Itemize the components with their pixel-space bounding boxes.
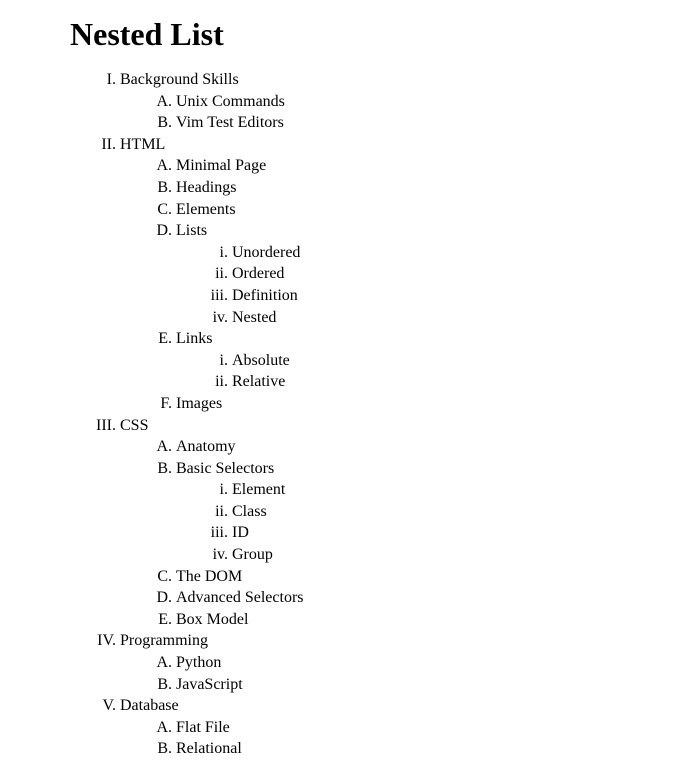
list-item-label: Links [176,330,212,347]
list-item: Unix Commands [176,91,662,113]
list-item-label: Unordered [232,244,300,261]
list-item-label: Flat File [176,719,230,736]
sublist: Unordered Ordered Definition Nested [176,242,662,328]
list-item: Images [176,393,662,415]
list-item-label: CSS [120,417,148,434]
list-item: ID [232,522,662,544]
list-item: Basic Selectors Element Class ID Group [176,458,662,566]
list-item: Anatomy [176,436,662,458]
list-item-label: Images [176,395,222,412]
list-item-label: The DOM [176,568,242,585]
list-item-label: Lists [176,222,207,239]
list-item: Advanced Selectors [176,587,662,609]
list-item: Programming Python JavaScript [120,630,662,695]
list-item: Vim Test Editors [176,112,662,134]
list-item-label: Python [176,654,221,671]
list-item: Flat File [176,717,662,739]
list-item: Definition [232,285,662,307]
list-item-label: Programming [120,632,208,649]
list-item: Nested [232,307,662,329]
list-item: Database Flat File Relational [120,695,662,760]
list-item: Relative [232,371,662,393]
outline-root: Background Skills Unix Commands Vim Test… [20,69,662,760]
list-item: Group [232,544,662,566]
list-item: Element [232,479,662,501]
list-item-label: Minimal Page [176,157,266,174]
list-item: Absolute [232,350,662,372]
sublist: Minimal Page Headings Elements Lists Uno… [120,155,662,414]
sublist: Python JavaScript [120,652,662,695]
list-item: Elements [176,199,662,221]
list-item-label: Box Model [176,611,248,628]
list-item: Lists Unordered Ordered Definition Neste… [176,220,662,328]
sublist: Unix Commands Vim Test Editors [120,91,662,134]
sublist: Element Class ID Group [176,479,662,565]
list-item-label: Background Skills [120,71,239,88]
list-item-label: Unix Commands [176,93,285,110]
list-item-label: Relative [232,373,285,390]
list-item-label: Relational [176,740,242,757]
list-item-label: ID [232,524,249,541]
list-item: Ordered [232,263,662,285]
list-item-label: Group [232,546,273,563]
list-item: Class [232,501,662,523]
list-item: Relational [176,738,662,760]
list-item: Minimal Page [176,155,662,177]
list-item-label: Ordered [232,265,284,282]
list-item-label: Database [120,697,179,714]
list-item-label: Nested [232,309,276,326]
list-item-label: Headings [176,179,236,196]
list-item-label: Element [232,481,285,498]
list-item-label: Absolute [232,352,290,369]
list-item: The DOM [176,566,662,588]
list-item: Background Skills Unix Commands Vim Test… [120,69,662,134]
list-item: JavaScript [176,674,662,696]
list-item: Python [176,652,662,674]
list-item: CSS Anatomy Basic Selectors Element Clas… [120,415,662,631]
sublist: Flat File Relational [120,717,662,760]
list-item-label: Definition [232,287,298,304]
list-item-label: HTML [120,136,165,153]
sublist: Absolute Relative [176,350,662,393]
list-item-label: Basic Selectors [176,460,274,477]
page-title: Nested List [70,16,662,53]
list-item-label: Advanced Selectors [176,589,304,606]
list-item: Unordered [232,242,662,264]
list-item-label: Class [232,503,267,520]
sublist: Anatomy Basic Selectors Element Class ID… [120,436,662,630]
list-item-label: Anatomy [176,438,236,455]
list-item-label: Vim Test Editors [176,114,284,131]
list-item: HTML Minimal Page Headings Elements List… [120,134,662,415]
list-item-label: Elements [176,201,236,218]
list-item: Links Absolute Relative [176,328,662,393]
list-item: Headings [176,177,662,199]
list-item: Box Model [176,609,662,631]
list-item-label: JavaScript [176,676,243,693]
